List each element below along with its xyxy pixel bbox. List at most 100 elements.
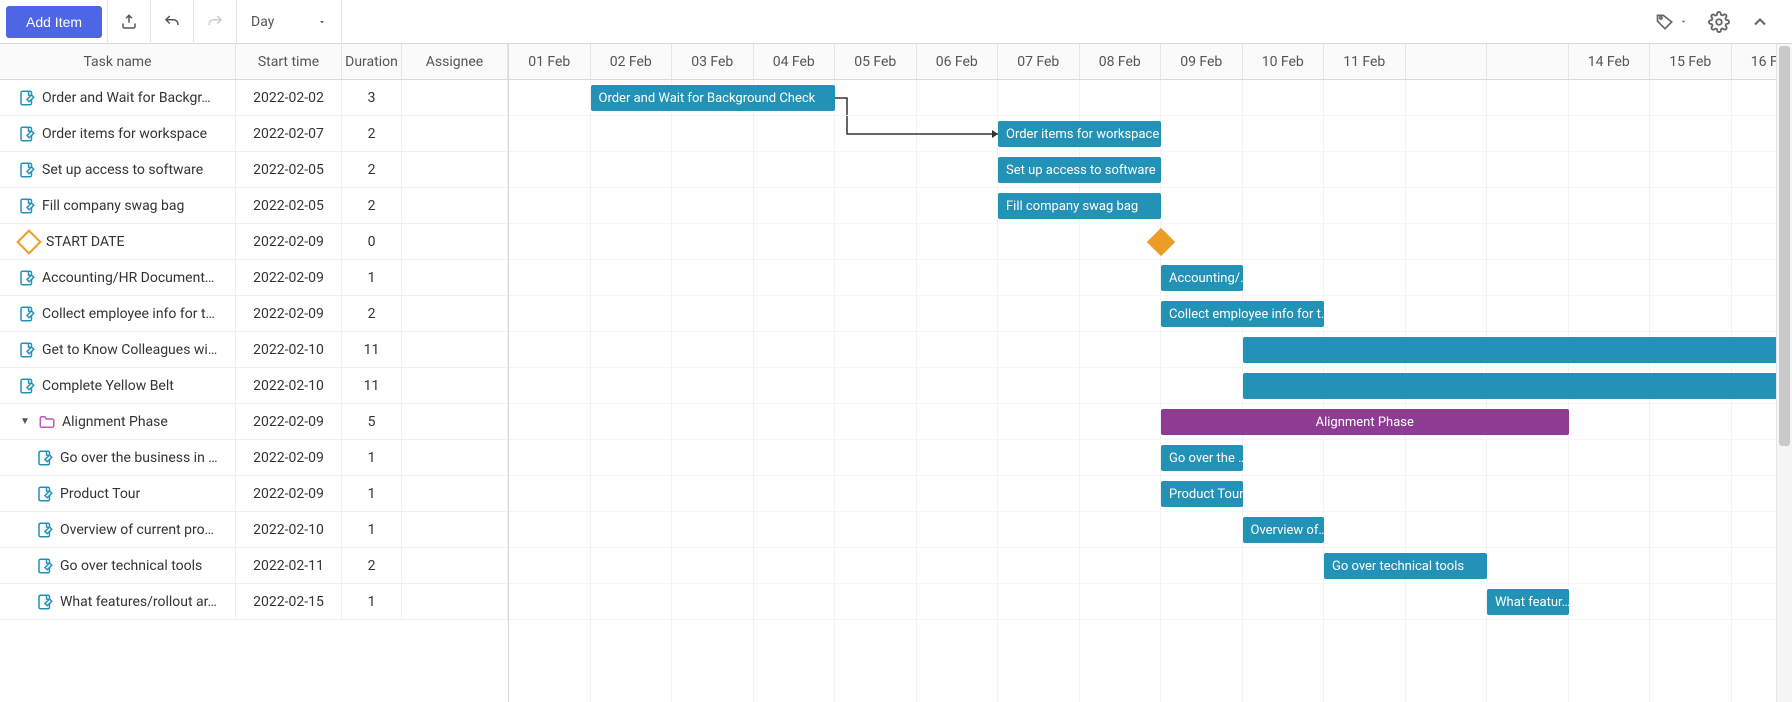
cell-assignee[interactable]: [402, 512, 508, 547]
settings-button[interactable]: [1702, 5, 1736, 39]
task-bar[interactable]: Go over technical tools: [1324, 553, 1487, 579]
cell-name[interactable]: Product Tour: [0, 476, 236, 511]
export-button[interactable]: [107, 0, 151, 44]
cell-start[interactable]: 2022-02-09: [236, 476, 342, 511]
timeline-header-cell[interactable]: 10 Feb: [1243, 44, 1325, 79]
cell-name[interactable]: Accounting/HR Document…: [0, 260, 236, 295]
expand-toggle[interactable]: ▼: [18, 416, 32, 427]
add-item-button[interactable]: Add Item: [6, 6, 102, 38]
cell-start[interactable]: 2022-02-10: [236, 332, 342, 367]
scale-select[interactable]: Day: [236, 0, 342, 44]
vertical-scrollbar[interactable]: [1776, 44, 1792, 702]
cell-assignee[interactable]: [402, 188, 508, 223]
timeline-header-cell[interactable]: 16 Feb: [1732, 44, 1777, 79]
cell-assignee[interactable]: [402, 476, 508, 511]
cell-name[interactable]: Collect employee info for t…: [0, 296, 236, 331]
cell-duration[interactable]: 0: [342, 224, 402, 259]
cell-assignee[interactable]: [402, 404, 508, 439]
grid-row[interactable]: START DATE2022-02-090: [0, 224, 508, 260]
grid-row[interactable]: ▼Alignment Phase2022-02-095: [0, 404, 508, 440]
timeline-header-cell[interactable]: 05 Feb: [835, 44, 917, 79]
col-name[interactable]: Task name: [0, 44, 236, 79]
gantt-body[interactable]: Order and Wait for Background Check Order…: [509, 80, 1776, 702]
cell-assignee[interactable]: [402, 584, 508, 619]
grid-row[interactable]: Order and Wait for Backgr…2022-02-023: [0, 80, 508, 116]
grid-row[interactable]: Complete Yellow Belt2022-02-1011: [0, 368, 508, 404]
cell-start[interactable]: 2022-02-02: [236, 80, 342, 115]
timeline-header-cell[interactable]: 15 Feb: [1650, 44, 1732, 79]
timeline-header-cell[interactable]: 07 Feb: [998, 44, 1080, 79]
cell-duration[interactable]: 1: [342, 260, 402, 295]
cell-assignee[interactable]: [402, 332, 508, 367]
cell-assignee[interactable]: [402, 152, 508, 187]
cell-name[interactable]: Overview of current pro…: [0, 512, 236, 547]
timeline-header-cell[interactable]: 03 Feb: [672, 44, 754, 79]
grid-row[interactable]: Get to Know Colleagues wi…2022-02-1011: [0, 332, 508, 368]
cell-name[interactable]: Go over the business in …: [0, 440, 236, 475]
cell-assignee[interactable]: [402, 296, 508, 331]
redo-button[interactable]: [193, 0, 237, 44]
cell-assignee[interactable]: [402, 116, 508, 151]
cell-start[interactable]: 2022-02-11: [236, 548, 342, 583]
collapse-button[interactable]: [1744, 6, 1776, 38]
cell-name[interactable]: Order items for workspace: [0, 116, 236, 151]
task-bar[interactable]: Collect employee info for t…: [1161, 301, 1324, 327]
cell-duration[interactable]: 3: [342, 80, 402, 115]
milestone-marker[interactable]: [1147, 228, 1175, 256]
cell-duration[interactable]: 2: [342, 548, 402, 583]
scrollbar-thumb[interactable]: [1779, 46, 1790, 446]
col-start[interactable]: Start time: [236, 44, 342, 79]
task-bar[interactable]: Overview of…: [1243, 517, 1325, 543]
col-duration[interactable]: Duration: [342, 44, 402, 79]
timeline-header-cell[interactable]: [1406, 44, 1488, 79]
cell-duration[interactable]: 2: [342, 152, 402, 187]
cell-name[interactable]: Order and Wait for Backgr…: [0, 80, 236, 115]
cell-assignee[interactable]: [402, 440, 508, 475]
cell-duration[interactable]: 1: [342, 476, 402, 511]
cell-assignee[interactable]: [402, 548, 508, 583]
task-bar[interactable]: Set up access to software: [998, 157, 1161, 183]
cell-assignee[interactable]: [402, 224, 508, 259]
cell-assignee[interactable]: [402, 80, 508, 115]
phase-bar[interactable]: Alignment Phase: [1161, 409, 1569, 435]
cell-start[interactable]: 2022-02-05: [236, 152, 342, 187]
timeline-header-cell[interactable]: 04 Feb: [754, 44, 836, 79]
cell-duration[interactable]: 5: [342, 404, 402, 439]
col-assignee[interactable]: Assignee: [402, 44, 508, 79]
cell-duration[interactable]: 2: [342, 296, 402, 331]
cell-name[interactable]: What features/rollout ar…: [0, 584, 236, 619]
task-bar[interactable]: Fill company swag bag: [998, 193, 1161, 219]
task-bar[interactable]: What featur…: [1487, 589, 1569, 615]
timeline-header-cell[interactable]: 01 Feb: [509, 44, 591, 79]
timeline-header-cell[interactable]: 14 Feb: [1569, 44, 1651, 79]
cell-name[interactable]: Set up access to software: [0, 152, 236, 187]
grid-row[interactable]: Go over the business in …2022-02-091: [0, 440, 508, 476]
cell-assignee[interactable]: [402, 260, 508, 295]
tag-button[interactable]: [1649, 6, 1694, 38]
cell-start[interactable]: 2022-02-10: [236, 368, 342, 403]
timeline-header-cell[interactable]: 06 Feb: [917, 44, 999, 79]
cell-start[interactable]: 2022-02-15: [236, 584, 342, 619]
grid-row[interactable]: Fill company swag bag2022-02-052: [0, 188, 508, 224]
cell-duration[interactable]: 1: [342, 512, 402, 547]
task-bar[interactable]: Order and Wait for Background Check: [591, 85, 836, 111]
grid-row[interactable]: Set up access to software2022-02-052: [0, 152, 508, 188]
task-bar[interactable]: Product Tour: [1161, 481, 1243, 507]
cell-name[interactable]: ▼Alignment Phase: [0, 404, 236, 439]
grid-row[interactable]: Collect employee info for t…2022-02-092: [0, 296, 508, 332]
cell-start[interactable]: 2022-02-09: [236, 260, 342, 295]
task-bar[interactable]: Get to Know Colleagues wi…: [1243, 337, 1777, 363]
cell-start[interactable]: 2022-02-09: [236, 440, 342, 475]
cell-assignee[interactable]: [402, 368, 508, 403]
cell-start[interactable]: 2022-02-05: [236, 188, 342, 223]
timeline-header-cell[interactable]: 02 Feb: [591, 44, 673, 79]
cell-name[interactable]: START DATE: [0, 224, 236, 259]
grid-row[interactable]: Go over technical tools2022-02-112: [0, 548, 508, 584]
cell-duration[interactable]: 11: [342, 368, 402, 403]
task-bar[interactable]: Order items for workspace: [998, 121, 1161, 147]
cell-duration[interactable]: 11: [342, 332, 402, 367]
cell-start[interactable]: 2022-02-09: [236, 404, 342, 439]
task-bar[interactable]: Complete Yello: [1243, 373, 1777, 399]
cell-start[interactable]: 2022-02-10: [236, 512, 342, 547]
grid-row[interactable]: What features/rollout ar…2022-02-151: [0, 584, 508, 620]
